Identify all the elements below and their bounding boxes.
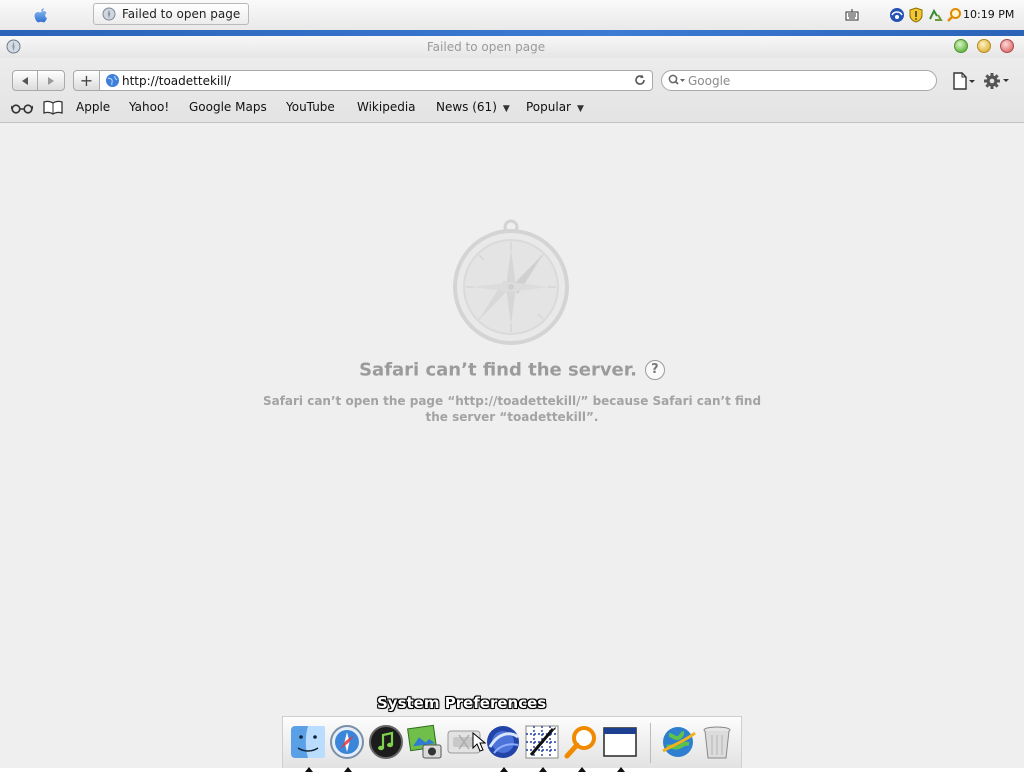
dock-hover-label: System Preferences xyxy=(377,694,547,712)
toolbar: + http://toadettekill/ Google Apple Yaho… xyxy=(0,58,1024,123)
reload-icon[interactable] xyxy=(633,73,647,87)
zoom-button[interactable] xyxy=(954,39,968,53)
internet-explorer-icon xyxy=(487,726,519,758)
finder-dock-item[interactable] xyxy=(289,723,327,772)
bookmark-wikipedia[interactable]: Wikipedia xyxy=(357,100,416,114)
taskbar-window-label: Failed to open page xyxy=(122,7,241,21)
bookmark-yahoo[interactable]: Yahoo! xyxy=(129,100,169,114)
clock[interactable]: 10:19 PM xyxy=(963,8,1014,21)
network-icon[interactable] xyxy=(889,7,905,23)
window-app-dock-item[interactable] xyxy=(601,723,639,772)
error-title: Safari can’t find the server.? xyxy=(0,359,1024,381)
search-input[interactable] xyxy=(688,73,928,88)
back-button[interactable] xyxy=(12,70,38,91)
reading-list-icon[interactable] xyxy=(10,101,34,115)
search-icon xyxy=(668,74,686,87)
error-title-text: Safari can’t find the server. xyxy=(359,359,637,381)
forward-button[interactable] xyxy=(37,70,65,91)
bookmarks-book-icon[interactable] xyxy=(43,100,63,115)
close-button[interactable] xyxy=(1000,39,1014,53)
bookmarks-bar: Apple Yahoo! Google Maps YouTube Wikiped… xyxy=(0,98,1024,118)
internet-explorer-dock-item[interactable] xyxy=(484,723,522,772)
address-bar[interactable]: http://toadettekill/ xyxy=(99,70,653,91)
page-menu-button[interactable] xyxy=(952,71,976,91)
window-title: Failed to open page xyxy=(426,40,546,54)
magnifier-icon xyxy=(564,726,596,759)
trash-dock-item[interactable] xyxy=(698,723,736,761)
bookmark-folder-popular[interactable]: Popular ▼ xyxy=(526,100,584,114)
recycle-icon[interactable] xyxy=(927,7,943,23)
finder-icon xyxy=(291,726,325,758)
browser-window: Failed to open page + http://toadettekil… xyxy=(0,36,1024,768)
globe-icon xyxy=(105,73,120,88)
chevron-left-icon xyxy=(22,76,28,85)
bookmark-google-maps[interactable]: Google Maps xyxy=(189,100,267,114)
add-bookmark-button[interactable]: + xyxy=(73,70,100,91)
taskbar: Failed to open page 10:19 PM xyxy=(0,0,1024,31)
magnifier-dock-item[interactable] xyxy=(562,723,600,772)
address-input[interactable]: http://toadettekill/ xyxy=(122,74,231,88)
trash-icon xyxy=(703,726,731,759)
keyboard-icon[interactable] xyxy=(844,7,860,23)
search-icon[interactable] xyxy=(946,7,962,23)
mouse-cursor-icon xyxy=(472,731,487,752)
search-field[interactable] xyxy=(661,70,937,91)
page-icon xyxy=(953,72,975,90)
title-bar[interactable]: Failed to open page xyxy=(0,36,1024,58)
bookmark-youtube[interactable]: YouTube xyxy=(286,100,335,114)
safari-compass-icon xyxy=(102,7,116,21)
bookmark-folder-news[interactable]: News (61) ▼ xyxy=(436,100,510,114)
bookmark-apple[interactable]: Apple xyxy=(76,100,110,114)
taskbar-window-button[interactable]: Failed to open page xyxy=(93,3,249,25)
chevron-right-icon xyxy=(48,76,54,85)
chevron-down-icon: ▼ xyxy=(502,104,510,114)
app-window-icon xyxy=(603,727,637,757)
itunes-dock-item[interactable] xyxy=(367,723,405,761)
globe-icon xyxy=(662,727,696,757)
dock-separator xyxy=(650,723,651,763)
iphoto-dock-item[interactable] xyxy=(406,723,444,761)
music-note-icon xyxy=(369,725,403,759)
error-message: Safari can’t open the page “http://toade… xyxy=(262,394,762,424)
pen-tool-dock-item[interactable] xyxy=(523,723,561,772)
gear-icon xyxy=(984,73,1009,89)
shield-icon[interactable] xyxy=(908,7,924,23)
apple-icon[interactable] xyxy=(30,5,52,27)
bookmark-folder-popular-label: Popular xyxy=(526,100,571,114)
safari-compass-icon xyxy=(446,215,576,345)
photo-camera-icon xyxy=(407,724,442,759)
safari-dock-item[interactable] xyxy=(328,723,366,772)
minimize-button[interactable] xyxy=(977,39,991,53)
settings-menu-button[interactable] xyxy=(982,71,1010,91)
safari-icon xyxy=(330,725,364,759)
network-dock-item[interactable] xyxy=(659,723,697,761)
pen-grid-icon xyxy=(525,725,559,759)
help-button[interactable]: ? xyxy=(644,360,665,380)
page-content: Safari can’t find the server.? Safari ca… xyxy=(0,123,1024,768)
system-tray xyxy=(844,5,965,25)
dock xyxy=(282,716,742,772)
chevron-down-icon: ▼ xyxy=(577,104,584,114)
bookmark-folder-news-label: News (61) xyxy=(436,100,497,114)
